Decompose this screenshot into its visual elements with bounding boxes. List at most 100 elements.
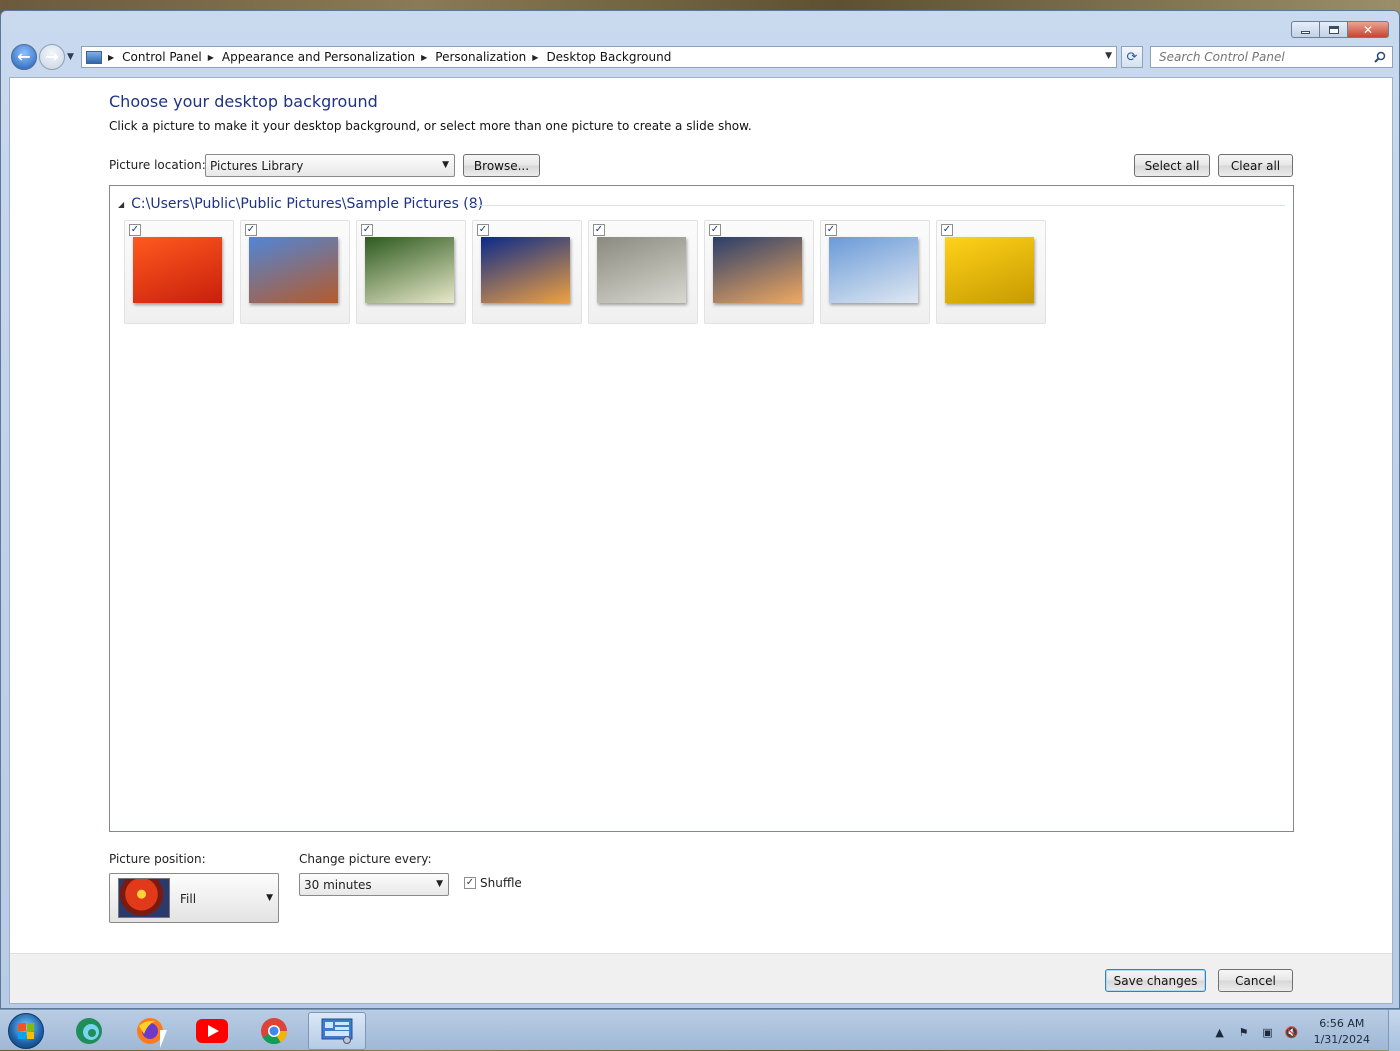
refresh-icon: ⟳ xyxy=(1126,49,1138,65)
thumbnail-checkbox[interactable]: ✓ xyxy=(129,224,141,236)
minimize-icon xyxy=(1301,31,1310,34)
clear-all-button[interactable]: Clear all xyxy=(1218,154,1293,177)
lighthouse-image xyxy=(713,237,802,303)
thumbnail-checkbox[interactable]: ✓ xyxy=(477,224,489,236)
shuffle-option[interactable]: ✓ Shuffle xyxy=(464,876,522,890)
thumbnail-item[interactable]: ✓ xyxy=(820,220,930,324)
shuffle-checkbox[interactable]: ✓ xyxy=(464,877,476,889)
change-interval-select[interactable]: 30 minutes ▼ xyxy=(299,873,449,896)
minimize-button[interactable] xyxy=(1291,21,1319,38)
thumbnail-checkbox[interactable]: ✓ xyxy=(245,224,257,236)
clock-time: 6:56 AM xyxy=(1319,1017,1365,1030)
system-tray: ▲ ⚑ ▣ 🔇 6:56 AM 1/31/2024 xyxy=(1212,1016,1370,1048)
thumbnail-item[interactable]: ✓ xyxy=(124,220,234,324)
network-icon[interactable]: ▣ xyxy=(1260,1024,1276,1040)
thumbnail-item[interactable]: ✓ xyxy=(936,220,1046,324)
breadcrumb-separator-icon[interactable]: ▶ xyxy=(421,53,427,62)
caption-buttons: ✕ xyxy=(1291,21,1389,38)
start-button[interactable] xyxy=(8,1013,44,1049)
refresh-button[interactable]: ⟳ xyxy=(1121,46,1143,68)
tulips-image xyxy=(945,237,1034,303)
koala-image xyxy=(597,237,686,303)
volume-muted-icon[interactable]: 🔇 xyxy=(1284,1024,1300,1040)
breadcrumb-appearance[interactable]: Appearance and Personalization xyxy=(222,50,415,64)
close-button[interactable]: ✕ xyxy=(1347,21,1389,38)
back-button[interactable]: ← xyxy=(11,44,37,70)
breadcrumb-separator-icon[interactable]: ▶ xyxy=(108,53,114,62)
breadcrumb-desktop-background[interactable]: Desktop Background xyxy=(546,50,671,64)
change-interval-value: 30 minutes xyxy=(304,877,372,892)
select-all-button[interactable]: Select all xyxy=(1134,154,1210,177)
show-desktop-button[interactable] xyxy=(1388,1010,1400,1051)
collapse-triangle-icon[interactable]: ◢ xyxy=(118,200,124,209)
footer-bar: Save changes Cancel xyxy=(10,953,1392,1003)
group-divider xyxy=(470,205,1285,206)
picture-gallery: ◢ C:\Users\Public\Public Pictures\Sample… xyxy=(109,185,1294,832)
hydrangeas-image xyxy=(365,237,454,303)
maximize-button[interactable] xyxy=(1319,21,1347,38)
content-pane: Choose your desktop background Click a p… xyxy=(9,77,1393,1004)
clock[interactable]: 6:56 AM 1/31/2024 xyxy=(1314,1016,1370,1048)
cancel-button[interactable]: Cancel xyxy=(1218,969,1293,992)
picture-position-value: Fill xyxy=(180,892,197,906)
forward-button[interactable]: → xyxy=(39,44,65,70)
chrome-icon xyxy=(261,1018,288,1045)
show-hidden-icons-icon[interactable]: ▲ xyxy=(1212,1024,1228,1040)
jellyfish-image xyxy=(481,237,570,303)
breadcrumb-personalization[interactable]: Personalization xyxy=(435,50,526,64)
thumbnail-checkbox[interactable]: ✓ xyxy=(593,224,605,236)
chevron-down-icon: ▼ xyxy=(266,893,273,903)
thumbnail-checkbox[interactable]: ✓ xyxy=(941,224,953,236)
group-header[interactable]: ◢ C:\Users\Public\Public Pictures\Sample… xyxy=(118,196,483,212)
picture-location-select[interactable]: Pictures Library ▼ xyxy=(205,154,455,177)
taskbar: ▲ ⚑ ▣ 🔇 6:56 AM 1/31/2024 xyxy=(0,1009,1400,1051)
recent-pages-dropdown[interactable]: ▼ xyxy=(67,52,74,62)
address-dropdown-icon[interactable]: ▼ xyxy=(1105,51,1112,61)
chevron-down-icon: ▼ xyxy=(436,879,443,889)
forward-arrow-icon: → xyxy=(45,47,59,66)
penguins-image xyxy=(829,237,918,303)
thumbnail-checkbox[interactable]: ✓ xyxy=(825,224,837,236)
thumbnail-item[interactable]: ✓ xyxy=(588,220,698,324)
breadcrumb-separator-icon[interactable]: ▶ xyxy=(208,53,214,62)
change-picture-label: Change picture every: xyxy=(299,852,432,866)
desert-image xyxy=(249,237,338,303)
browse-button[interactable]: Browse... xyxy=(463,154,540,177)
thumbnail-item[interactable]: ✓ xyxy=(704,220,814,324)
chrysanthemum-image xyxy=(133,237,222,303)
search-box[interactable] xyxy=(1150,46,1393,68)
breadcrumb-separator-icon[interactable]: ▶ xyxy=(532,53,538,62)
taskbar-chrome[interactable] xyxy=(245,1012,303,1050)
navigation-bar: ← → ▼ ▶ Control Panel ▶ Appearance and P… xyxy=(9,44,1393,71)
save-changes-button[interactable]: Save changes xyxy=(1105,969,1206,992)
control-panel-window: ✕ ← → ▼ ▶ Control Panel ▶ Appearance and… xyxy=(0,10,1400,1009)
control-panel-icon xyxy=(86,50,102,64)
chevron-down-icon: ▼ xyxy=(442,160,449,170)
picture-position-select[interactable]: Fill ▼ xyxy=(109,873,279,923)
thumbnail-checkbox[interactable]: ✓ xyxy=(361,224,373,236)
thumbnail-item[interactable]: ✓ xyxy=(472,220,582,324)
breadcrumb-control-panel[interactable]: Control Panel xyxy=(122,50,202,64)
picture-position-label: Picture position: xyxy=(109,852,206,866)
search-input[interactable] xyxy=(1157,49,1367,65)
taskbar-control-panel[interactable] xyxy=(308,1012,366,1050)
action-center-flag-icon[interactable]: ⚑ xyxy=(1236,1024,1252,1040)
mouse-cursor-icon xyxy=(160,1030,167,1048)
taskbar-youtube[interactable] xyxy=(183,1012,241,1050)
thumbnail-checkbox[interactable]: ✓ xyxy=(709,224,721,236)
address-bar[interactable]: ▶ Control Panel ▶ Appearance and Persona… xyxy=(81,46,1117,68)
page-subtitle: Click a picture to make it your desktop … xyxy=(109,119,752,133)
picture-location-label: Picture location: xyxy=(109,158,206,172)
taskbar-edge[interactable] xyxy=(60,1012,118,1050)
thumbnail-item[interactable]: ✓ xyxy=(356,220,466,324)
shuffle-label: Shuffle xyxy=(480,876,522,890)
thumbnail-item[interactable]: ✓ xyxy=(240,220,350,324)
taskbar-firefox[interactable] xyxy=(121,1012,179,1050)
thumbnail-list: ✓ ✓ ✓ ✓ ✓ ✓ ✓ ✓ xyxy=(124,220,1052,324)
search-icon[interactable] xyxy=(1374,51,1386,63)
youtube-icon xyxy=(196,1019,228,1043)
maximize-icon xyxy=(1328,25,1339,34)
back-arrow-icon: ← xyxy=(17,47,31,66)
close-icon: ✕ xyxy=(1362,22,1374,37)
group-title: C:\Users\Public\Public Pictures\Sample P… xyxy=(131,196,484,212)
